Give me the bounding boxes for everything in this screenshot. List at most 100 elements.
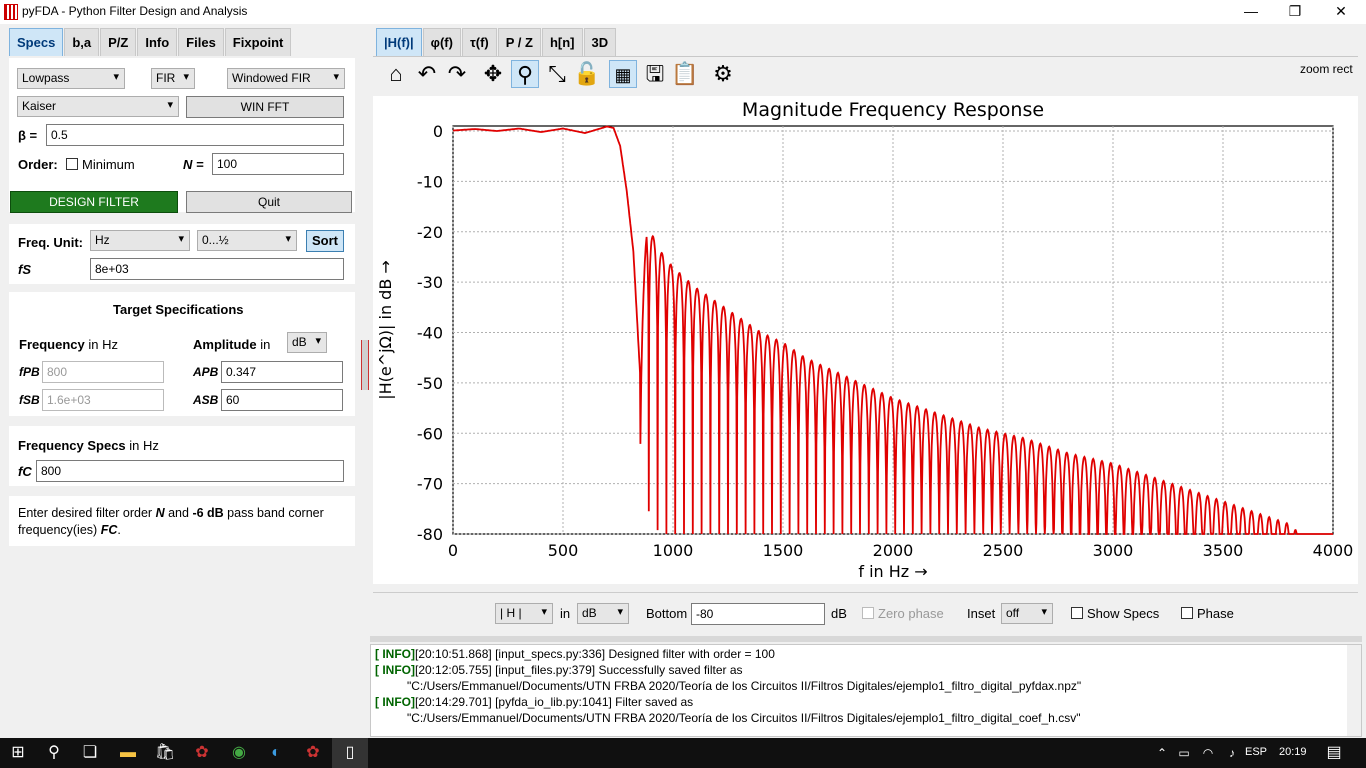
bottom-label: Bottom [646,606,688,621]
x-tick-label: 2500 [983,541,1024,560]
x-tick-label: 1500 [763,541,804,560]
fsb-field[interactable]: 1.6e+03 [42,389,164,411]
win-fft-button[interactable]: WIN FFT [186,96,344,118]
zoom-mode-label: zoom rect [1300,62,1353,76]
tab-specs[interactable]: Specs [9,28,64,56]
tab-files[interactable]: Files [178,28,224,56]
clock[interactable]: 20:19 [1279,746,1307,758]
pan-icon[interactable]: ✥ [479,60,507,88]
plot-options-bar: | H | in dB Bottom -80 dB Zero phase Ins… [373,592,1358,636]
bottom-field[interactable]: -80 [691,603,825,625]
chrome-icon[interactable]: ◉ [221,738,257,768]
quit-button[interactable]: Quit [186,191,352,213]
tab-ba[interactable]: b,a [64,28,100,56]
home-icon[interactable]: ⌂ [382,60,410,88]
fullscreen-icon[interactable]: ⤡ [543,60,571,88]
x-tick-label: 0 [448,541,458,560]
restore-button[interactable]: ❐ [1272,0,1318,24]
undo-icon[interactable]: ↶ [413,60,441,88]
tab-3d[interactable]: 3D [583,28,617,56]
tab-magnitude[interactable]: |H(f)| [376,28,422,56]
pyfda-taskbar-icon-2[interactable]: ✿ [295,738,331,768]
search-icon[interactable]: ⚲ [36,738,72,768]
notification-icon[interactable]: ▤ [1316,738,1352,768]
tab-pole-zero[interactable]: P / Z [497,28,541,56]
fpb-field[interactable]: 800 [42,361,164,383]
left-tab-bar: Specs b,a P/Z Info Files Fixpoint [9,28,292,56]
log-line: "C:/Users/Emmanuel/Documents/UTN FRBA 20… [375,678,1357,694]
minimum-checkbox-box[interactable] [66,158,78,170]
target-specs-heading: Target Specifications [113,302,244,317]
sort-button[interactable]: Sort [306,230,344,252]
y-axis-label: |H(e^jΩ)| in dB → [376,260,395,400]
unit-select[interactable]: dB [577,603,629,624]
edge-icon[interactable]: ◐ [258,738,294,768]
log-console[interactable]: [ INFO][20:10:51.868] [input_specs.py:33… [370,644,1362,737]
chart-title: Magnitude Frequency Response [742,99,1044,121]
log-text: "C:/Users/Emmanuel/Documents/UTN FRBA 20… [407,679,1082,693]
log-text: [20:10:51.868] [input_specs.py:336] Desi… [415,647,775,661]
help-text: Enter desired filter order N and -6 dB p… [9,496,355,546]
splitter-handle[interactable] [361,340,369,390]
settings-icon[interactable]: ⚙ [709,60,737,88]
tab-group-delay[interactable]: τ(f) [461,28,497,56]
start-icon[interactable]: ⊞ [0,738,36,768]
design-method-select[interactable]: Windowed FIR [227,68,345,89]
tab-info[interactable]: Info [137,28,178,56]
response-type-select[interactable]: Lowpass [17,68,125,89]
x-tick-label: 3500 [1203,541,1244,560]
language-indicator[interactable]: ESP [1245,746,1267,758]
x-tick-label: 1000 [653,541,694,560]
order-field[interactable]: 100 [212,153,344,175]
grid-icon[interactable]: ▦ [609,60,637,88]
inset-select[interactable]: off [1001,603,1053,624]
log-line: [ INFO][20:14:29.701] [pyfda_io_lib.py:1… [375,694,1357,710]
log-line: "C:/Users/Emmanuel/Documents/UTN FRBA 20… [375,710,1357,726]
store-icon[interactable]: 🛍 [147,738,183,768]
redo-icon[interactable]: ↷ [443,60,471,88]
x-tick-label: 3000 [1093,541,1134,560]
help-text-2: and [168,506,189,520]
phase-checkbox[interactable]: Phase [1181,606,1234,621]
document-icon[interactable]: ▯ [332,738,368,768]
filter-type-select[interactable]: FIR [151,68,195,89]
tab-fixpoint[interactable]: Fixpoint [224,28,292,56]
tab-pz[interactable]: P/Z [100,28,137,56]
zero-phase-checkbox[interactable]: Zero phase [862,606,944,621]
window-select[interactable]: Kaiser [17,96,179,117]
file-explorer-icon[interactable]: ▬ [110,738,146,768]
pyfda-taskbar-icon[interactable]: ✿ [184,738,220,768]
clipboard-icon[interactable]: 📋 [671,60,699,88]
magnitude-mode-select[interactable]: | H | [495,603,553,624]
freq-unit-select[interactable]: Hz [90,230,190,251]
beta-field[interactable]: 0.5 [46,124,344,146]
minimize-button[interactable]: — [1228,0,1274,24]
tab-impulse[interactable]: h[n] [541,28,583,56]
log-splitter[interactable] [370,636,1362,642]
zoom-icon[interactable]: ⚲ [511,60,539,88]
x-tick-label: 2000 [873,541,914,560]
fc-field[interactable]: 800 [36,460,344,482]
apb-field[interactable]: 0.347 [221,361,343,383]
log-line: [ INFO][20:10:51.868] [input_specs.py:33… [375,646,1357,662]
freq-range-select[interactable]: 0...½ [197,230,297,251]
show-specs-checkbox[interactable]: Show Specs [1071,606,1159,621]
fs-field[interactable]: 8e+03 [90,258,344,280]
y-tick-label: 0 [433,122,443,141]
amplitude-unit-select[interactable]: dB [287,332,327,353]
frequency-specs-panel: Frequency Specs in Hz fC 800 [9,426,355,486]
save-icon[interactable]: 🖫 [641,60,669,88]
design-filter-button[interactable]: DESIGN FILTER [10,191,178,213]
minimum-checkbox[interactable]: Minimum [66,157,135,172]
left-panel: Specs b,a P/Z Info Files Fixpoint Lowpas… [3,26,359,736]
magnitude-plot[interactable]: Magnitude Frequency Response 0 500 1000 150… [373,96,1358,584]
lock-icon[interactable]: 🔓 [573,60,601,88]
freq-unit-panel: Freq. Unit: Hz 0...½ Sort fS 8e+03 [9,224,355,284]
in-label: in [560,606,571,621]
tab-phase[interactable]: φ(f) [422,28,461,56]
close-button[interactable]: ✕ [1318,0,1364,24]
log-scrollbar[interactable] [1347,645,1361,736]
task-view-icon[interactable]: ❏ [72,738,108,768]
frequency-label: Frequency [19,337,85,352]
asb-field[interactable]: 60 [221,389,343,411]
